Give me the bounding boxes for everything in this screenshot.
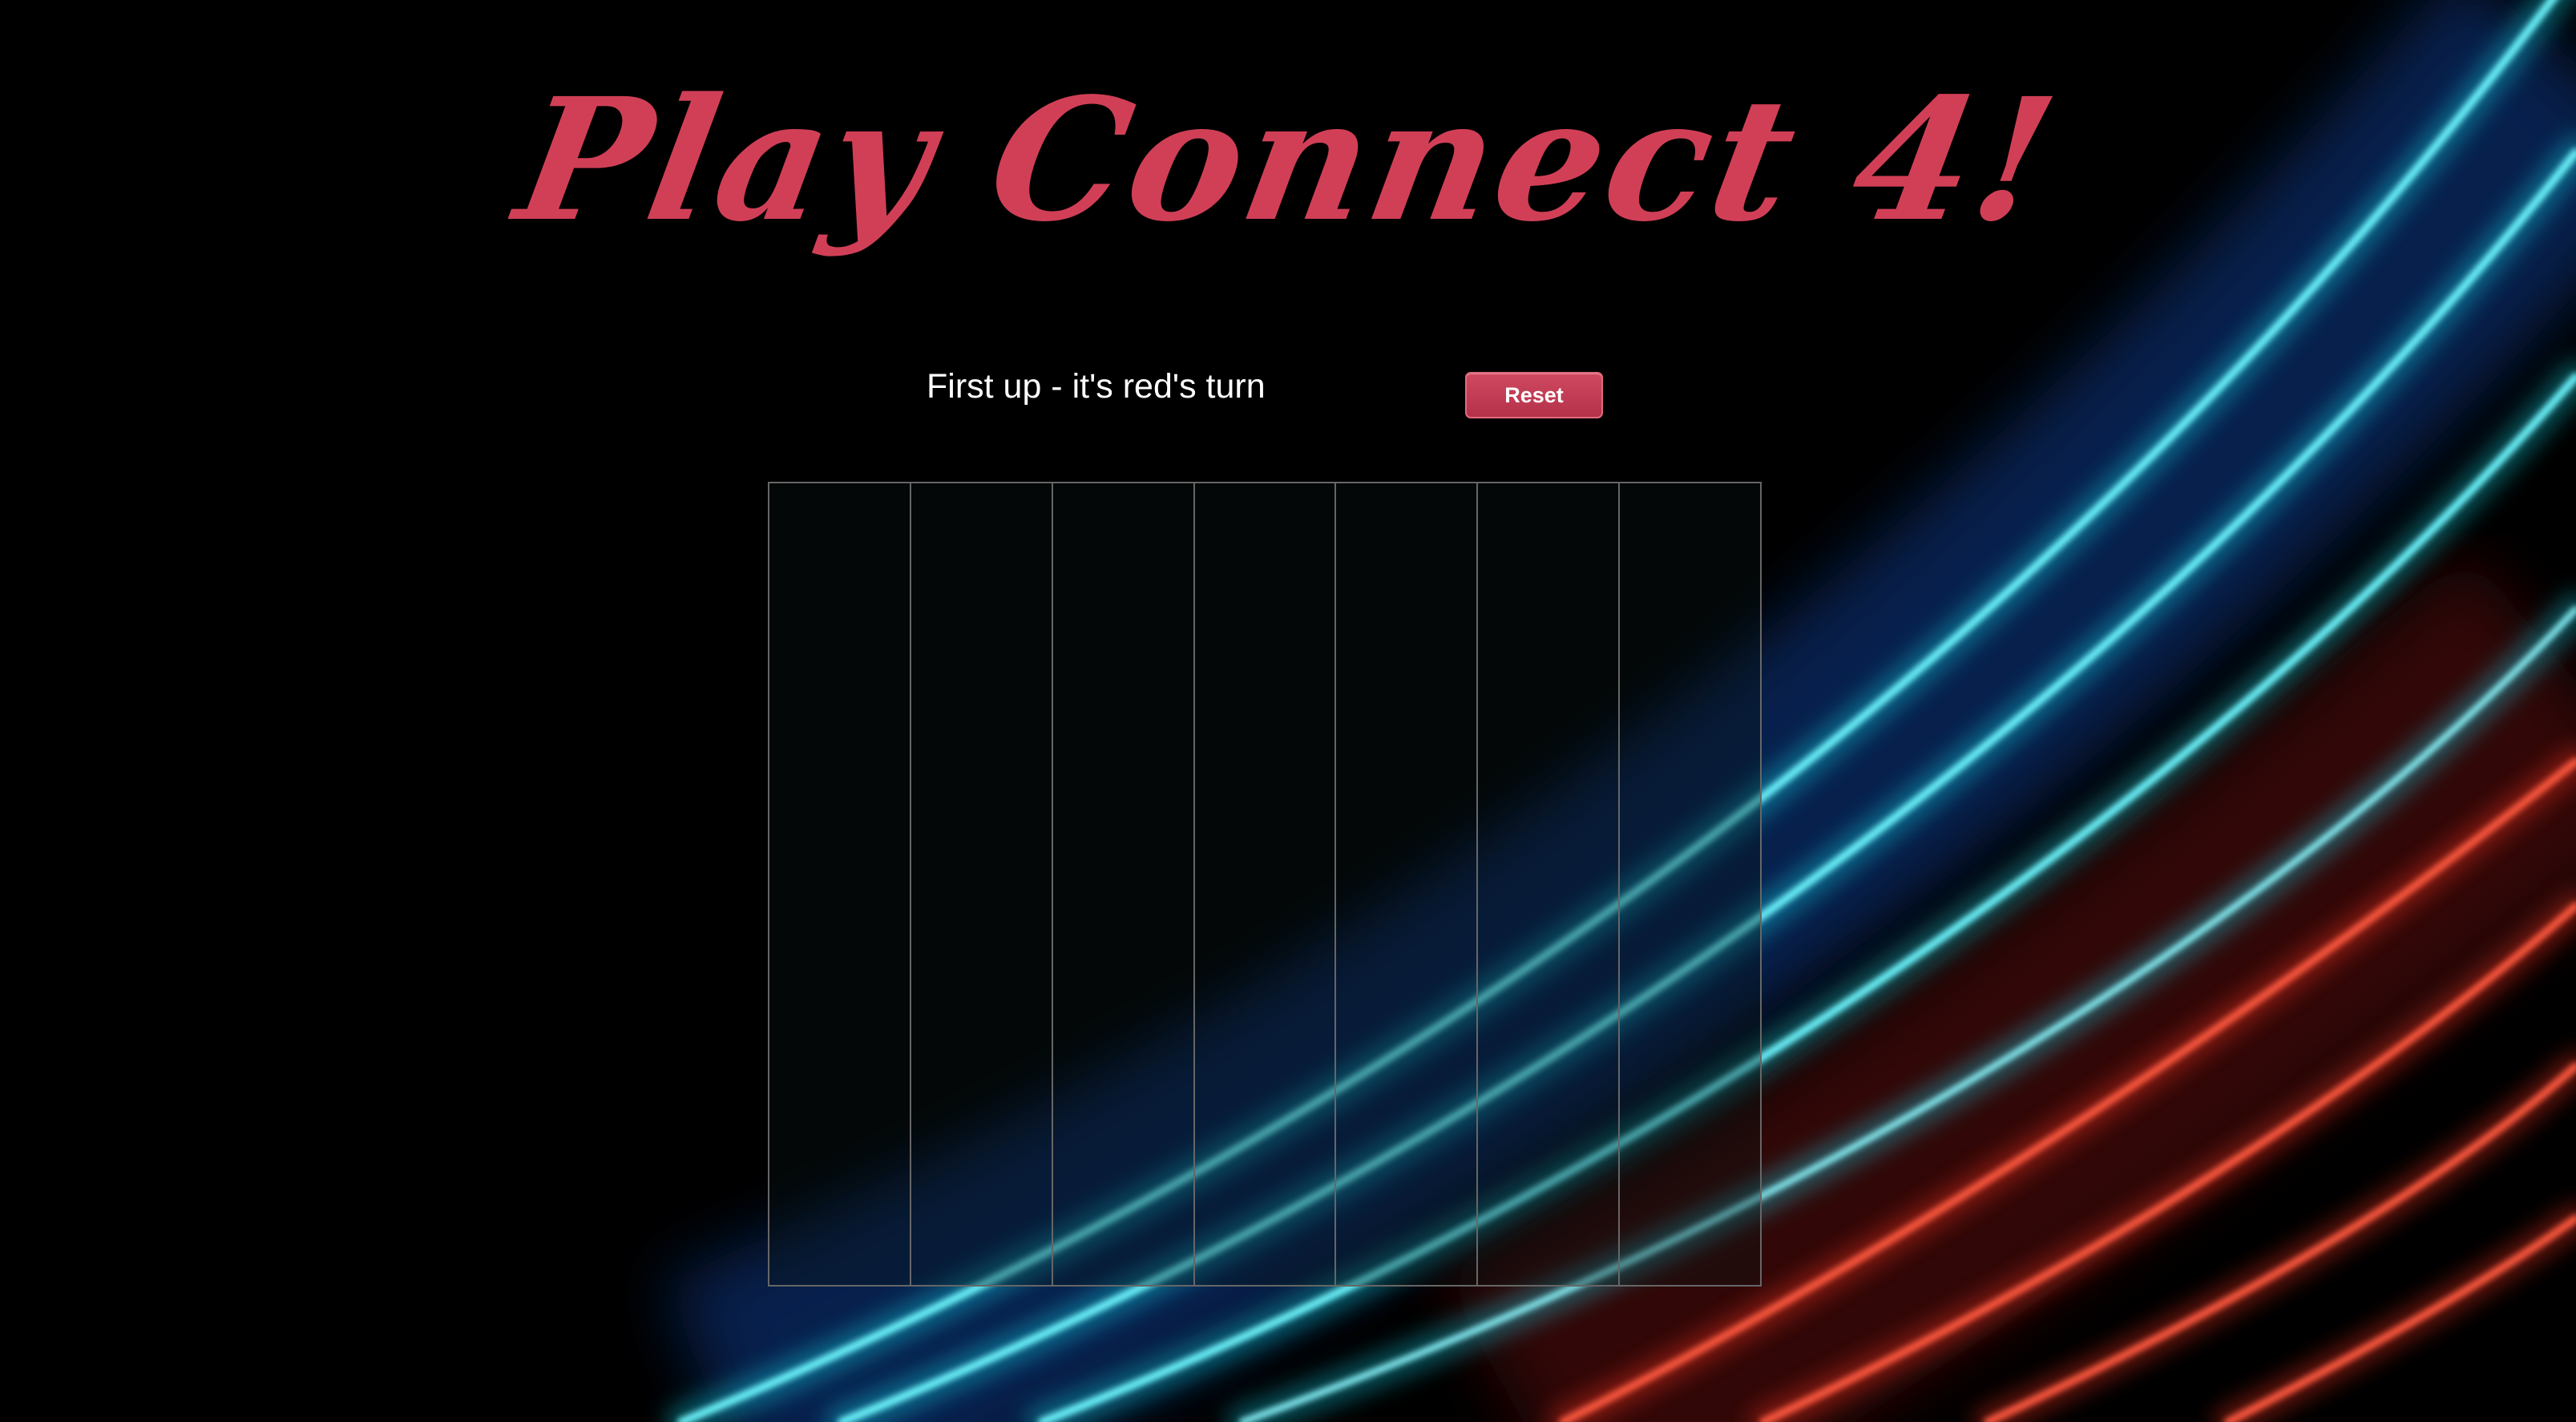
- board-column-6[interactable]: [1476, 482, 1621, 1287]
- game-board: [768, 482, 1762, 1287]
- board-column-2[interactable]: [909, 482, 1053, 1287]
- board-column-1[interactable]: [768, 482, 911, 1287]
- turn-status: First up - it's red's turn: [927, 367, 1266, 406]
- board-column-3[interactable]: [1051, 482, 1195, 1287]
- board-column-4[interactable]: [1193, 482, 1337, 1287]
- board-column-5[interactable]: [1334, 482, 1479, 1287]
- reset-button[interactable]: Reset: [1465, 372, 1603, 418]
- board-column-7[interactable]: [1618, 482, 1762, 1287]
- page-title: Play Connect 4!: [504, 61, 2072, 259]
